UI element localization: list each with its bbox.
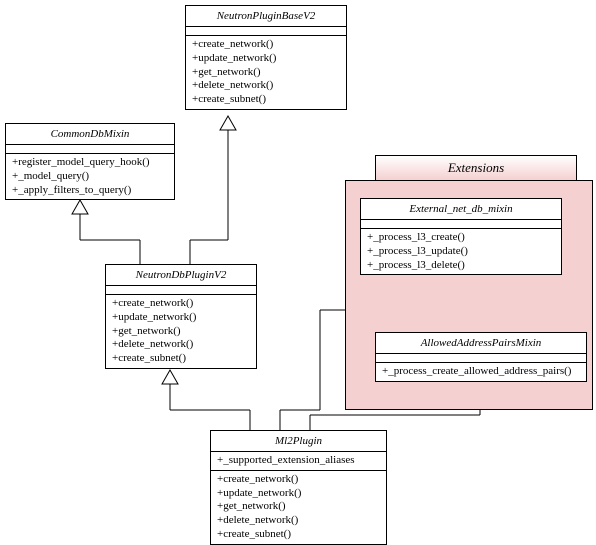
class-methods: +register_model_query_hook() +_model_que… [6,154,174,199]
class-method: +create_network() [192,38,340,52]
class-method: +create_network() [112,297,250,311]
package-extensions-label: Extensions [448,160,504,175]
class-methods: +_process_l3_create() +_process_l3_updat… [361,229,561,274]
class-neutron-plugin-base-v2: NeutronPluginBaseV2 +create_network() +u… [185,5,347,110]
class-method: +get_network() [217,500,380,514]
class-allowed-address-pairs-mixin: AllowedAddressPairsMixin +_process_creat… [375,332,587,382]
class-method: +update_network() [217,487,380,501]
class-method: +create_subnet() [112,352,250,366]
class-method: +_process_create_allowed_address_pairs() [382,365,580,379]
class-method: +delete_network() [217,514,380,528]
class-name: Ml2Plugin [211,431,386,452]
class-methods: +create_network() +update_network() +get… [186,36,346,109]
class-methods: +create_network() +update_network() +get… [106,295,256,368]
class-neutron-db-plugin-v2: NeutronDbPluginV2 +create_network() +upd… [105,264,257,369]
class-attributes [376,354,586,363]
class-method: +_process_l3_delete() [367,259,555,273]
class-attributes [6,145,174,154]
class-method: +create_subnet() [192,93,340,107]
class-attributes [106,286,256,295]
class-name: NeutronPluginBaseV2 [186,6,346,27]
class-method: +_process_l3_update() [367,245,555,259]
class-method: +get_network() [112,325,250,339]
class-ml2-plugin: Ml2Plugin +_supported_extension_aliases … [210,430,387,545]
class-attribute: +_supported_extension_aliases [217,454,380,468]
class-method: +create_network() [217,473,380,487]
class-methods: +create_network() +update_network() +get… [211,471,386,544]
class-name: NeutronDbPluginV2 [106,265,256,286]
class-method: +_apply_filters_to_query() [12,184,168,198]
class-attributes [361,220,561,229]
class-method: +update_network() [112,311,250,325]
package-extensions-tab: Extensions [375,155,577,180]
class-name: AllowedAddressPairsMixin [376,333,586,354]
class-method: +update_network() [192,52,340,66]
class-external-net-db-mixin: External_net_db_mixin +_process_l3_creat… [360,198,562,275]
class-method: +_model_query() [12,170,168,184]
class-common-db-mixin: CommonDbMixin +register_model_query_hook… [5,123,175,200]
class-method: +delete_network() [192,79,340,93]
class-method: +register_model_query_hook() [12,156,168,170]
class-method: +delete_network() [112,338,250,352]
class-method: +_process_l3_create() [367,231,555,245]
class-name: External_net_db_mixin [361,199,561,220]
class-methods: +_process_create_allowed_address_pairs() [376,363,586,381]
class-method: +create_subnet() [217,528,380,542]
class-method: +get_network() [192,66,340,80]
class-attributes [186,27,346,36]
class-attributes: +_supported_extension_aliases [211,452,386,471]
class-name: CommonDbMixin [6,124,174,145]
